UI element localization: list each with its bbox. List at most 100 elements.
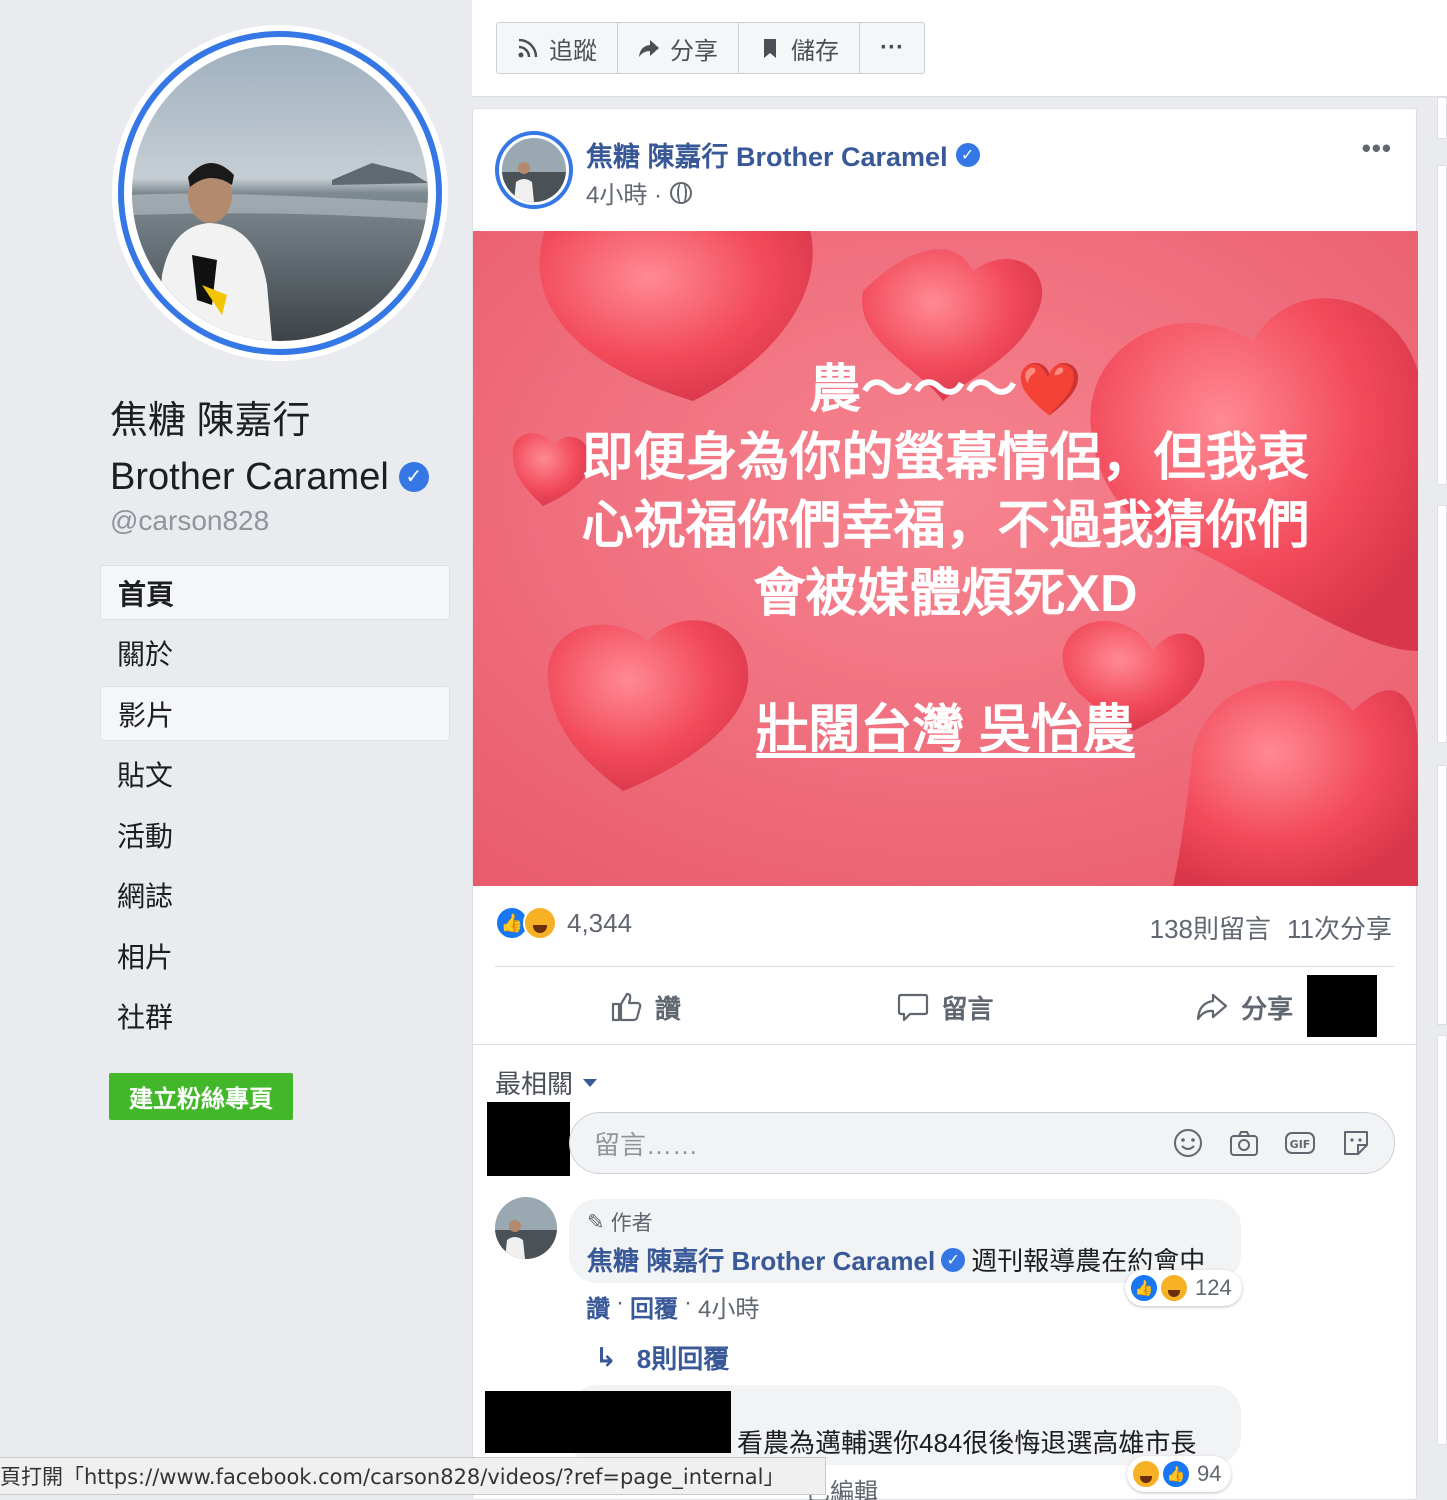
nav-item-photos[interactable]: 相片	[100, 928, 450, 983]
rss-icon	[518, 38, 538, 58]
page-name: 焦糖 陳嘉行 Brother Caramel ✓	[110, 398, 429, 500]
haha-reaction-icon	[523, 906, 557, 940]
post-text-line3: 心祝福你們幸福，不過我猜你們	[581, 497, 1310, 555]
share-label: 分享	[1241, 993, 1294, 1024]
pencil-icon: ✎	[587, 1210, 605, 1234]
page-name-line1: 焦糖 陳嘉行	[110, 400, 311, 442]
nav-item-notes[interactable]: 網誌	[100, 868, 450, 923]
comment-count-link[interactable]: 138則留言	[1150, 909, 1271, 946]
replies-label: 8則回覆	[636, 1344, 730, 1374]
svg-text:GIF: GIF	[1290, 1138, 1311, 1151]
more-dots-icon: ···	[880, 34, 904, 61]
comment-bubble-icon	[897, 993, 928, 1022]
comment-input[interactable]: 留言…… GIF	[569, 1112, 1395, 1174]
post-hashtag-link[interactable]: 壯闊台灣 吳怡農	[756, 696, 1134, 764]
nav-item-community[interactable]: 社群	[100, 989, 450, 1044]
post-card: 焦糖 陳嘉行 Brother Caramel ✓ 4小時 · ••• 農～～～❤…	[472, 108, 1418, 1500]
right-edge-card	[1437, 505, 1447, 743]
profile-avatar[interactable]	[112, 25, 448, 361]
haha-reaction-icon	[1159, 1273, 1189, 1303]
reply-arrow-icon: ↳	[595, 1342, 617, 1372]
share-page-label: 分享	[670, 37, 718, 65]
comment-reaction-count: 124	[1195, 1275, 1232, 1300]
comment-reaction-badge[interactable]: 👍 124	[1125, 1270, 1242, 1306]
reaction-count: 4,344	[567, 907, 633, 938]
globe-icon	[670, 181, 693, 204]
chevron-down-icon	[583, 1078, 598, 1087]
comment-time[interactable]: 4小時	[698, 1289, 759, 1324]
comment-label: 留言	[941, 993, 994, 1024]
emoji-icon[interactable]	[1172, 1127, 1204, 1159]
share-count-link[interactable]: 11次分享	[1287, 909, 1392, 946]
follow-button[interactable]: 追蹤	[497, 23, 618, 73]
like-button[interactable]: 讚	[495, 979, 795, 1035]
redacted-user-avatar	[487, 1102, 570, 1176]
save-button[interactable]: 儲存	[739, 23, 860, 73]
more-options-button[interactable]: ···	[860, 23, 924, 73]
page-action-bar: 追蹤 分享 儲存 ···	[472, 0, 1447, 97]
nav-item-videos[interactable]: 影片	[100, 686, 450, 741]
reaction-summary[interactable]: 👍 4,344	[495, 906, 632, 940]
comment-button[interactable]: 留言	[795, 979, 1095, 1035]
sort-label: 最相關	[495, 1069, 574, 1099]
left-column: 焦糖 陳嘉行 Brother Caramel ✓ @carson828 首頁 關…	[0, 0, 470, 1500]
page-name-line2: Brother Caramel	[110, 456, 389, 498]
nav-item-home[interactable]: 首頁	[100, 565, 450, 620]
comment-text: 看農為邁輔選你484很後悔退選高雄市長	[737, 1428, 1197, 1458]
nav-item-events[interactable]: 活動	[100, 807, 450, 862]
bookmark-icon	[764, 39, 776, 58]
author-tag-label: 作者	[610, 1212, 653, 1235]
like-reaction-icon: 👍	[1129, 1273, 1159, 1303]
nav-item-about[interactable]: 關於	[100, 626, 450, 681]
comment-author-name[interactable]: 焦糖 陳嘉行 Brother Caramel	[587, 1241, 935, 1278]
post-text-image[interactable]: 農～～～❤️ 即便身為你的螢幕情侶，但我衷 心祝福你們幸福，不過我猜你們 會被媒…	[473, 231, 1418, 886]
post-timestamp[interactable]: 4小時 ·	[586, 175, 662, 210]
sticker-icon[interactable]	[1340, 1127, 1372, 1159]
browser-status-bar: 頁打開「https://www.facebook.com/carson828/v…	[0, 1457, 826, 1495]
redacted-commenter	[485, 1391, 731, 1453]
create-page-button[interactable]: 建立粉絲專頁	[109, 1073, 293, 1120]
divider	[495, 966, 1394, 967]
comment-like-link[interactable]: 讚	[586, 1289, 610, 1324]
share-arrow-icon	[639, 40, 659, 57]
save-label: 儲存	[791, 37, 839, 65]
follow-label: 追蹤	[549, 37, 597, 65]
post-text-line2: 即便身為你的螢幕情侶，但我衷	[581, 429, 1310, 487]
right-edge-card	[1437, 165, 1447, 485]
verified-badge-icon: ✓	[941, 1247, 966, 1272]
camera-icon[interactable]	[1228, 1127, 1260, 1159]
comment-input-placeholder: 留言……	[594, 1129, 699, 1160]
comment-reply-link[interactable]: 回覆	[630, 1289, 678, 1324]
post-action-buttons: 讚 留言 分享	[495, 979, 1394, 1035]
comment-reaction-badge[interactable]: 👍 94	[1127, 1456, 1232, 1492]
redacted-area	[1307, 975, 1377, 1037]
page-handle[interactable]: @carson828	[110, 505, 269, 537]
nav-item-posts[interactable]: 貼文	[100, 747, 450, 802]
comment-author-avatar[interactable]	[495, 1197, 557, 1259]
post-author-name[interactable]: 焦糖 陳嘉行 Brother Caramel	[586, 135, 948, 174]
verified-badge-icon: ✓	[955, 142, 980, 167]
profile-photo	[132, 45, 428, 341]
view-replies-link[interactable]: ↳ 8則回覆	[595, 1339, 729, 1376]
share-page-button[interactable]: 分享	[618, 23, 739, 73]
post-image-text: 農～～～❤️ 即便身為你的螢幕情侶，但我衷 心祝福你們幸福，不過我猜你們 會被媒…	[473, 356, 1418, 764]
right-edge-card	[1437, 1035, 1447, 1445]
comment-reaction-count: 94	[1197, 1461, 1222, 1486]
right-edge-card	[1437, 97, 1447, 139]
divider	[473, 1044, 1416, 1045]
post-text-line4: 會被媒體煩死XD	[753, 565, 1138, 623]
like-reaction-icon: 👍	[1161, 1459, 1191, 1489]
post-text-line1: 農～～～❤️	[809, 361, 1082, 419]
right-edge-card	[1437, 765, 1447, 1025]
post-options-button[interactable]: •••	[1362, 133, 1392, 164]
gif-icon[interactable]: GIF	[1284, 1127, 1316, 1159]
haha-reaction-icon	[1131, 1459, 1161, 1489]
comment-sort-dropdown[interactable]: 最相關	[495, 1064, 598, 1101]
verified-badge-icon: ✓	[398, 462, 429, 492]
comment-meta: 讚 · 回覆 · 4小時	[586, 1289, 760, 1324]
page-nav: 首頁 關於 影片 貼文 活動 網誌 相片 社群	[100, 565, 450, 1049]
post-author-avatar[interactable]	[495, 131, 573, 209]
like-label: 讚	[654, 993, 681, 1024]
share-arrow-icon	[1197, 993, 1228, 1021]
thumbs-up-icon	[611, 992, 642, 1022]
